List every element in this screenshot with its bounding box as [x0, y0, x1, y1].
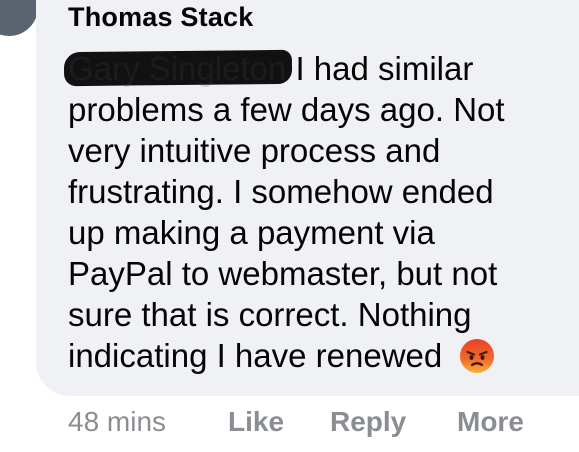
comment-line-text: indicating I have renewed — [68, 337, 443, 374]
comment-line: frustrating. I somehow ended — [68, 173, 494, 210]
comment-timestamp[interactable]: 48 mins — [68, 406, 166, 438]
avatar[interactable] — [0, 0, 40, 38]
comment-line: up making a payment via — [68, 214, 435, 251]
angry-face-icon — [459, 338, 495, 374]
comment-line-text: I had similar — [295, 50, 474, 87]
reply-button[interactable]: Reply — [330, 406, 406, 438]
comment-line: PayPal to webmaster, but not — [68, 255, 498, 292]
comment-body: Gary Singleton I had similar problems a … — [63, 48, 568, 376]
comment-author[interactable]: Thomas Stack — [68, 2, 253, 33]
mention-name: Gary Singleton — [68, 50, 287, 87]
like-button[interactable]: Like — [228, 406, 284, 438]
comment-line: sure that is correct. Nothing — [68, 296, 472, 333]
comment-line: problems a few days ago. Not — [68, 91, 505, 128]
comment-line: very intuitive process and — [68, 132, 441, 169]
more-button[interactable]: More — [457, 406, 524, 438]
comment-line: indicating I have renewed — [68, 335, 568, 376]
comment-screen: Thomas Stack Gary Singleton I had simila… — [0, 0, 579, 452]
comment-line: Gary Singleton I had similar — [63, 48, 568, 89]
mention-tag[interactable]: Gary Singleton — [63, 48, 293, 89]
